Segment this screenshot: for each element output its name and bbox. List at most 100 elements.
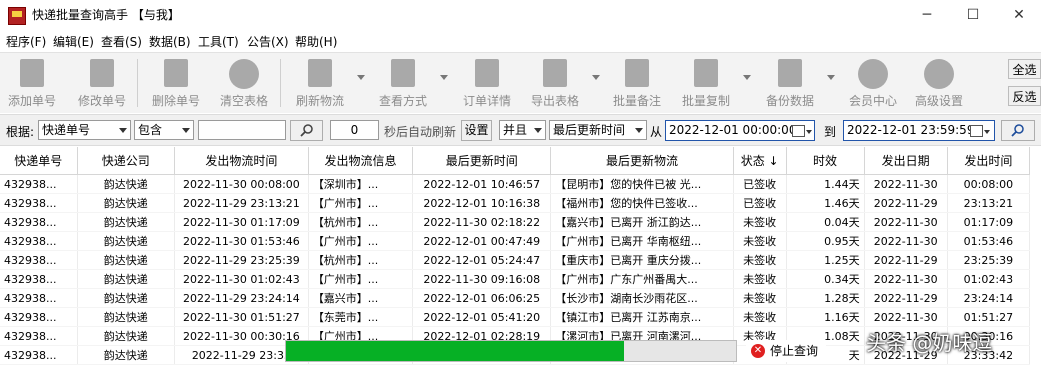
cell-status: 未签收 xyxy=(733,212,787,232)
chevron-down-icon xyxy=(115,121,130,139)
keyword-input[interactable] xyxy=(198,120,286,140)
app-logo-icon xyxy=(8,7,26,25)
invert-selection-button[interactable]: 反选 xyxy=(1008,86,1041,106)
cell-courier: 韵达快递 xyxy=(77,288,175,308)
menu-help[interactable]: 帮助(H) xyxy=(295,33,337,50)
from-datetime-input[interactable]: 2022-12-01 00:00:00 xyxy=(665,120,815,141)
cell-ship-time: 2022-11-30 01:53:46 xyxy=(174,231,309,251)
calendar-icon[interactable] xyxy=(792,125,805,137)
column-header-last-update-info[interactable]: 最后更新物流 xyxy=(550,147,734,175)
stop-query-label: 停止查询 xyxy=(770,344,819,358)
cell-courier: 韵达快递 xyxy=(77,231,175,251)
cell-tracking-no: 432938... xyxy=(0,326,78,346)
table-header-row: 快递单号 快递公司 发出物流时间 发出物流信息 最后更新时间 最后更新物流 状态… xyxy=(0,147,1031,175)
column-header-ship-info[interactable]: 发出物流信息 xyxy=(308,147,414,175)
table-row[interactable]: 432938... 韵达快递 2022-11-30 01:17:09 【杭州市】… xyxy=(0,212,1031,232)
cell-tracking-no: 432938... xyxy=(0,174,78,194)
settings-button[interactable]: 设置 xyxy=(461,120,492,141)
backup-icon xyxy=(778,59,802,87)
batch-copy-button[interactable]: 批量复制 xyxy=(678,55,734,111)
cell-ship-clock: 23:13:21 xyxy=(947,193,1031,213)
export-dropdown-arrow[interactable] xyxy=(592,75,600,80)
edit-pencil-icon xyxy=(90,59,114,87)
member-center-button[interactable]: 会员中心 xyxy=(845,55,901,111)
auto-refresh-label: 秒后自动刷新 xyxy=(384,125,457,139)
cell-ship-clock: 01:53:46 xyxy=(947,231,1031,251)
cell-ship-date: 2022-11-30 xyxy=(864,231,948,251)
menu-notice[interactable]: 公告(X) xyxy=(247,33,289,50)
advanced-settings-button[interactable]: 高级设置 xyxy=(911,55,967,111)
stop-query-button[interactable]: ✕ 停止查询 xyxy=(746,340,826,362)
cell-last-update-info: 【广州市】广东广州番禺大... xyxy=(550,269,734,289)
delete-document-icon xyxy=(164,59,188,87)
minimize-button[interactable]: ─ xyxy=(904,0,950,30)
table-row[interactable]: 432938... 韵达快递 2022-11-30 00:08:00 【深圳市】… xyxy=(0,174,1031,194)
cell-duration: 0.34天 xyxy=(786,269,865,289)
chevron-down-icon xyxy=(631,121,646,139)
to-label: 到 xyxy=(824,125,837,139)
close-button[interactable]: ✕ xyxy=(996,0,1041,30)
cell-courier: 韵达快递 xyxy=(77,212,175,232)
view-mode-button[interactable]: 查看方式 xyxy=(375,55,431,111)
export-table-button[interactable]: 导出表格 xyxy=(527,55,583,111)
query-button[interactable] xyxy=(1001,120,1035,141)
table-row[interactable]: 432938... 韵达快递 2022-11-30 01:02:43 【广州市】… xyxy=(0,269,1031,289)
filter-field-select[interactable]: 快递单号 xyxy=(38,120,131,140)
add-tracking-button[interactable]: 添加单号 xyxy=(4,55,60,111)
column-header-ship-time[interactable]: 发出物流时间 xyxy=(174,147,309,175)
table-row[interactable]: 432938... 韵达快递 2022-11-30 01:51:27 【东莞市】… xyxy=(0,307,1031,327)
add-tracking-label: 添加单号 xyxy=(7,94,56,108)
table-row[interactable]: 432938... 韵达快递 2022-11-29 23:24:14 【嘉兴市】… xyxy=(0,288,1031,308)
backup-data-label: 备份数据 xyxy=(765,94,814,108)
delete-tracking-button[interactable]: 删除单号 xyxy=(148,55,204,111)
cell-courier: 韵达快递 xyxy=(77,250,175,270)
menu-edit[interactable]: 编辑(E) xyxy=(53,33,94,50)
edit-tracking-button[interactable]: 修改单号 xyxy=(74,55,130,111)
refresh-dropdown-arrow[interactable] xyxy=(357,75,365,80)
view-mode-dropdown-arrow[interactable] xyxy=(440,75,448,80)
logic-select[interactable]: 并且 xyxy=(499,120,546,140)
column-header-status[interactable]: 状态 ↓ xyxy=(733,147,787,175)
copy-icon xyxy=(694,59,718,87)
order-detail-label: 订单详情 xyxy=(462,94,511,108)
column-header-duration[interactable]: 时效 xyxy=(786,147,865,175)
copy-dropdown-arrow[interactable] xyxy=(743,75,751,80)
table-row[interactable]: 432938... 韵达快递 2022-11-29 23:25:39 【杭州市】… xyxy=(0,250,1031,270)
cell-ship-date: 2022-11-29 xyxy=(864,288,948,308)
refresh-seconds-input[interactable]: 0 xyxy=(330,120,379,140)
column-header-ship-date[interactable]: 发出日期 xyxy=(864,147,948,175)
cell-last-update-time: 2022-12-01 10:16:38 xyxy=(412,193,552,213)
to-datetime-input[interactable]: 2022-12-01 23:59:59 xyxy=(843,120,995,141)
menu-view[interactable]: 查看(S) xyxy=(101,33,142,50)
menu-tools[interactable]: 工具(T) xyxy=(198,33,239,50)
calendar-icon[interactable] xyxy=(970,125,983,137)
batch-note-button[interactable]: 批量备注 xyxy=(609,55,665,111)
order-detail-button[interactable]: 订单详情 xyxy=(459,55,515,111)
filter-match-select[interactable]: 包含 xyxy=(134,120,194,140)
column-header-tracking-no[interactable]: 快递单号 xyxy=(0,147,78,175)
cell-ship-time: 2022-11-30 00:08:00 xyxy=(174,174,309,194)
table-row[interactable]: 432938... 韵达快递 2022-11-29 23:13:21 【广州市】… xyxy=(0,193,1031,213)
cell-ship-date: 2022-11-29 xyxy=(864,193,948,213)
clear-table-button[interactable]: 清空表格 xyxy=(216,55,272,111)
menu-program[interactable]: 程序(F) xyxy=(6,33,46,50)
cell-ship-info: 【广州市】... xyxy=(308,193,414,213)
select-all-button[interactable]: 全选 xyxy=(1008,59,1041,79)
search-button[interactable] xyxy=(290,120,323,141)
cell-status: 未签收 xyxy=(733,269,787,289)
column-header-last-update-time[interactable]: 最后更新时间 xyxy=(412,147,552,175)
menu-data[interactable]: 数据(B) xyxy=(149,33,191,50)
backup-dropdown-arrow[interactable] xyxy=(827,75,835,80)
batch-copy-label: 批量复制 xyxy=(681,94,730,108)
time-field-select[interactable]: 最后更新时间 xyxy=(549,120,647,140)
column-header-ship-clock[interactable]: 发出时间 xyxy=(947,147,1031,175)
cell-ship-clock: 01:17:09 xyxy=(947,212,1031,232)
cell-ship-date: 2022-11-29 xyxy=(864,250,948,270)
column-header-courier[interactable]: 快递公司 xyxy=(77,147,175,175)
refresh-logistics-button[interactable]: 刷新物流 xyxy=(292,55,348,111)
cell-last-update-time: 2022-12-01 06:06:25 xyxy=(412,288,552,308)
table-row[interactable]: 432938... 韵达快递 2022-11-30 01:53:46 【广州市】… xyxy=(0,231,1031,251)
cell-duration: 0.95天 xyxy=(786,231,865,251)
backup-data-button[interactable]: 备份数据 xyxy=(762,55,818,111)
maximize-button[interactable]: ☐ xyxy=(950,0,996,30)
